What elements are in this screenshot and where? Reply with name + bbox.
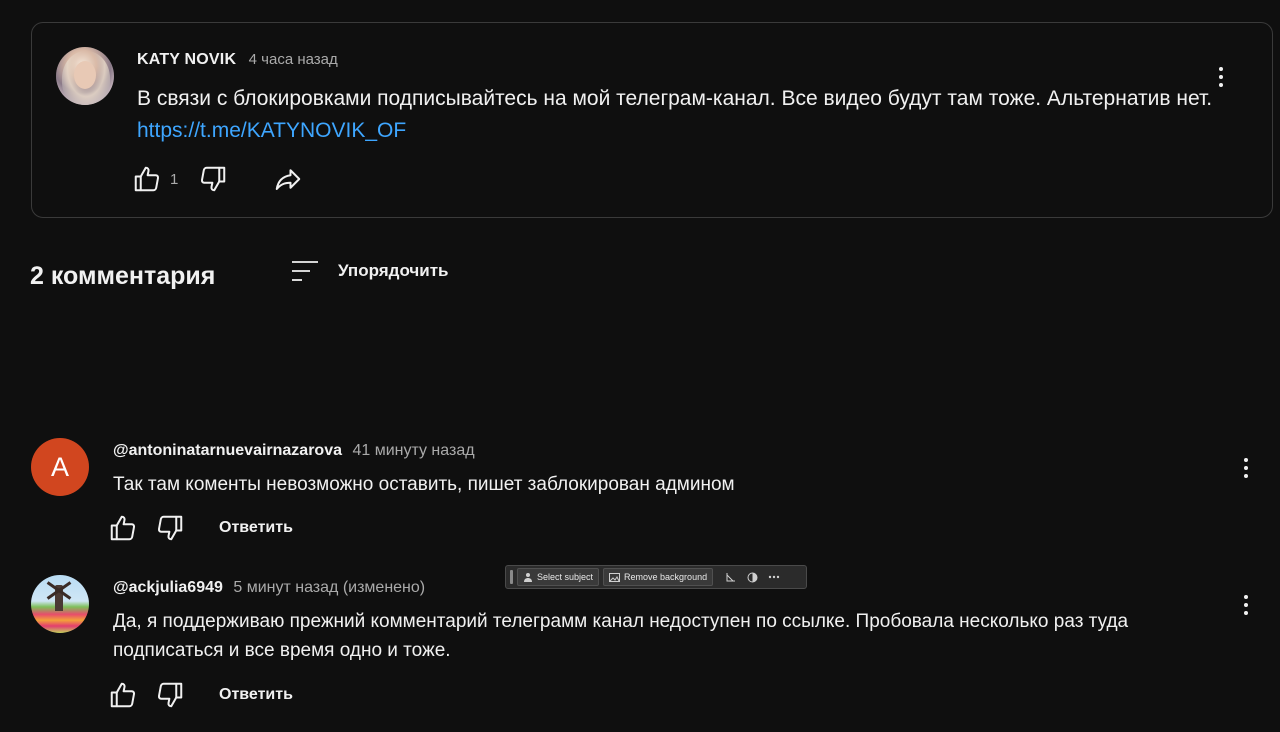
crop-paint-button[interactable] <box>719 568 741 586</box>
reply-button[interactable]: Ответить <box>219 519 293 537</box>
post-header: KATY NOVIK 4 часа назад <box>137 51 338 69</box>
comment-like-button[interactable] <box>108 513 138 543</box>
thumbs-down-icon <box>157 515 183 541</box>
more-vert-icon <box>1244 458 1248 462</box>
post-author-name[interactable]: KATY NOVIK <box>137 51 236 68</box>
comment-dislike-button[interactable] <box>155 513 185 543</box>
post-text: В связи с блокировками подписывайтесь на… <box>137 87 1213 110</box>
community-post-card: KATY NOVIK 4 часа назад В связи с блокир… <box>31 22 1273 218</box>
comment-menu-button[interactable] <box>1234 591 1258 619</box>
post-telegram-link[interactable]: https://t.me/KATYNOVIK_OF <box>137 119 406 142</box>
crop-paint-icon <box>726 572 735 581</box>
more-vert-icon <box>1219 67 1223 71</box>
remove-background-label: Remove background <box>624 572 708 582</box>
comment-author[interactable]: @ackjulia6949 <box>113 579 223 596</box>
reply-button[interactable]: Ответить <box>219 686 293 704</box>
share-arrow-icon <box>276 169 301 190</box>
comment-actions: Ответить <box>108 512 293 544</box>
post-body: В связи с блокировками подписывайтесь на… <box>137 83 1217 147</box>
sort-lines-icon <box>292 261 318 281</box>
post-author-avatar[interactable] <box>56 47 114 105</box>
image-edit-toolbar: Select subject Remove background <box>505 565 807 589</box>
contrast-icon <box>747 572 758 582</box>
comment-author[interactable]: @antoninatarnuevairnazarova <box>113 442 342 459</box>
post-actions: 1 <box>132 163 304 195</box>
comment-dislike-button[interactable] <box>155 680 185 710</box>
like-button[interactable] <box>132 164 162 194</box>
select-subject-label: Select subject <box>537 572 594 582</box>
toolbar-drag-handle[interactable] <box>510 570 513 584</box>
share-button[interactable] <box>272 164 304 194</box>
thumbs-down-icon <box>157 682 183 708</box>
avatar-letter: A <box>50 451 69 482</box>
dislike-button[interactable] <box>198 164 228 194</box>
comment-text: Так там коменты невозможно оставить, пиш… <box>113 474 735 495</box>
image-icon <box>609 572 621 582</box>
page: KATY NOVIK 4 часа назад В связи с блокир… <box>0 0 1280 732</box>
comment-menu-button[interactable] <box>1234 454 1258 482</box>
post-like-count: 1 <box>170 170 179 188</box>
thumbs-up-icon <box>134 166 160 192</box>
commenter-avatar[interactable] <box>31 575 89 633</box>
comment-like-button[interactable] <box>108 680 138 710</box>
commenter-avatar[interactable]: A <box>31 438 89 496</box>
thumbs-up-icon <box>110 515 136 541</box>
sort-comments-button[interactable]: Упорядочить <box>290 258 449 284</box>
toolbar-more-button[interactable] <box>763 568 785 586</box>
remove-background-button[interactable]: Remove background <box>603 568 714 586</box>
thumbs-up-icon <box>110 682 136 708</box>
post-timestamp[interactable]: 4 часа назад <box>249 51 338 68</box>
adjust-button[interactable] <box>741 568 763 586</box>
avatar-face <box>74 61 96 89</box>
sort-label: Упорядочить <box>338 261 449 280</box>
more-horiz-icon <box>768 575 780 579</box>
comment-timestamp[interactable]: 5 минут назад (изменено) <box>233 579 425 596</box>
comment-header: @ackjulia6949 5 минут назад (изменено) <box>113 579 425 597</box>
comment-actions: Ответить <box>108 679 293 711</box>
comment-header: @antoninatarnuevairnazarova 41 минуту на… <box>113 442 475 460</box>
comment-text: Да, я поддерживаю прежний комментарий те… <box>113 611 1129 661</box>
person-select-icon <box>523 572 533 582</box>
comment-timestamp[interactable]: 41 минуту назад <box>352 442 474 459</box>
post-menu-button[interactable] <box>1209 63 1233 91</box>
more-vert-icon <box>1244 595 1248 599</box>
comments-count-heading: 2 комментария <box>30 262 216 290</box>
thumbs-down-icon <box>201 166 226 192</box>
select-subject-button[interactable]: Select subject <box>517 568 600 586</box>
